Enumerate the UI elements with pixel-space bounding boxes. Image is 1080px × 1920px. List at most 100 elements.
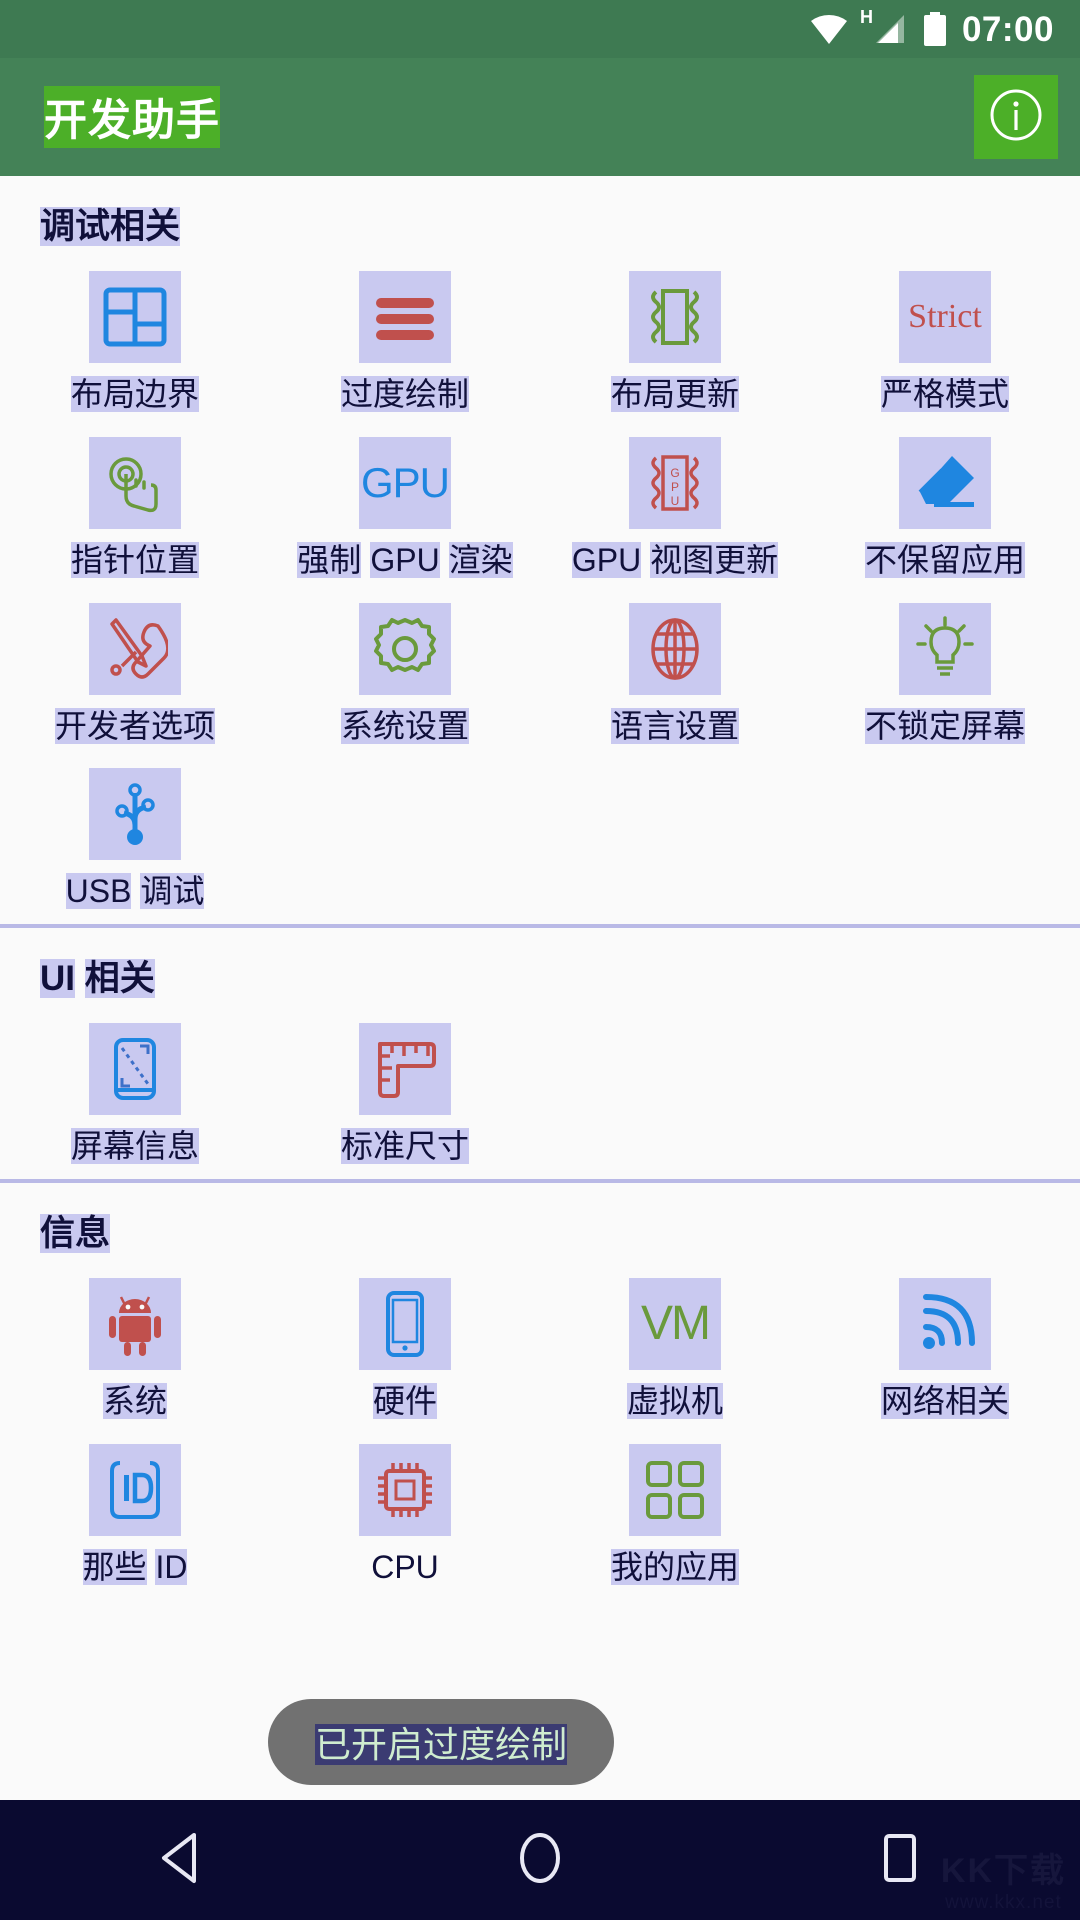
grid-item-virtual-machine[interactable]: VM 虚拟机 (540, 1264, 810, 1430)
usb-debug-icon (89, 768, 181, 861)
grid-item-standard-size[interactable]: 标准尺寸 (270, 1009, 540, 1175)
status-bar: H 07:00 (0, 0, 1080, 58)
grid-item-label: 我的应用 (610, 1548, 740, 1585)
grid-item-hardware[interactable]: 硬件 (270, 1264, 540, 1430)
grid-item-label: 开发者选项 (54, 707, 216, 744)
toast-message: 已开启过度绘制 (314, 1724, 568, 1765)
clock: 07:00 (961, 9, 1054, 49)
overdraw-lines-icon (359, 271, 451, 363)
cellular-signal-icon: H (860, 8, 908, 45)
app-bar: 开发助手 (0, 58, 1080, 176)
grid-item-screen-info[interactable]: 屏幕信息 (0, 1009, 270, 1175)
grid-item-gpu-view-update[interactable]: G P U GPU 视图更新 (540, 423, 810, 589)
grid-item-label: 严格模式 (880, 376, 1010, 412)
info-icon (989, 88, 1043, 147)
grid-item-strict-mode[interactable]: Strict 严格模式 (810, 257, 1080, 423)
dont-keep-activities-icon (899, 436, 991, 529)
grid-item-label: 系统 (102, 1382, 168, 1419)
grid-item-usb-debug[interactable]: USB 调试 (0, 754, 270, 920)
grid-item-label: 布局边界 (70, 376, 200, 412)
strict-mode-icon: Strict (899, 271, 991, 363)
grid-item-label: 网络相关 (880, 1382, 1010, 1419)
svg-text:P: P (671, 480, 679, 494)
layout-bounds-icon (89, 271, 181, 363)
grid-item-network[interactable]: 网络相关 (810, 1264, 1080, 1430)
strict-mode-icon-text: Strict (908, 298, 982, 335)
grid-item-my-apps[interactable]: 我的应用 (540, 1430, 810, 1596)
section-title-info: 信息 (40, 1213, 111, 1253)
developer-options-icon (89, 602, 181, 695)
grid-item-device-id[interactable]: 那些 ID (0, 1430, 270, 1596)
grid-item-label: 屏幕信息 (70, 1128, 200, 1165)
grid-debug: 布局边界 过度绘制 布局更新 Strict 严格模式 指针位置 GPU 强制 G… (0, 249, 1080, 924)
grid-item-label: 标准尺寸 (340, 1128, 470, 1165)
cpu-chip-icon (359, 1443, 451, 1536)
screen-info-icon (89, 1023, 181, 1116)
section-title-debug: 调试相关 (40, 207, 181, 246)
grid-item-force-gpu[interactable]: GPU 强制 GPU 渲染 (270, 423, 540, 589)
grid-item-layout-bounds[interactable]: 布局边界 (0, 257, 270, 423)
grid-ui: 屏幕信息 标准尺寸 (0, 1001, 1080, 1179)
info-button[interactable] (974, 75, 1058, 159)
network-type-label: H (859, 7, 873, 27)
home-button[interactable] (480, 1800, 600, 1920)
grid-item-label: 虚拟机 (626, 1382, 724, 1419)
grid-item-cpu[interactable]: CPU (270, 1430, 540, 1596)
section-title-ui: UI 相关 (40, 959, 155, 999)
system-settings-icon (359, 602, 451, 695)
device-id-icon (89, 1443, 181, 1536)
hardware-phone-icon (359, 1277, 451, 1370)
grid-item-label: 语言设置 (610, 707, 740, 744)
home-circle-icon (517, 1831, 563, 1890)
pointer-location-icon (89, 436, 181, 529)
main-content: 调试相关 布局边界 过度绘制 布局更新 Strict 严格模式 指针位置 GPU… (0, 176, 1080, 1920)
virtual-machine-icon: VM (629, 1277, 721, 1370)
section-info: 信息 系统 硬件 VM 虚拟机 网络相关 那些 ID CPU 我的应用 (0, 1183, 1080, 1600)
force-gpu-icon: GPU (359, 436, 451, 529)
grid-item-pointer-location[interactable]: 指针位置 (0, 423, 270, 589)
grid-item-label: 过度绘制 (340, 376, 470, 412)
back-triangle-icon (156, 1832, 204, 1889)
section-ui: UI 相关 屏幕信息 标准尺寸 (0, 928, 1080, 1179)
grid-item-label: 硬件 (372, 1382, 438, 1419)
force-gpu-icon-text: GPU (360, 458, 450, 506)
grid-item-label: GPU 视图更新 (571, 541, 779, 578)
standard-size-icon (359, 1023, 451, 1116)
section-debug: 调试相关 布局边界 过度绘制 布局更新 Strict 严格模式 指针位置 GPU… (0, 176, 1080, 924)
language-settings-icon (629, 602, 721, 695)
grid-item-stay-awake[interactable]: 不锁定屏幕 (810, 589, 1080, 755)
my-apps-icon (629, 1443, 721, 1536)
grid-item-label: 不保留应用 (864, 541, 1026, 578)
grid-info: 系统 硬件 VM 虚拟机 网络相关 那些 ID CPU 我的应用 (0, 1256, 1080, 1600)
grid-item-label: 强制 GPU 渲染 (297, 541, 513, 578)
back-button[interactable] (120, 1800, 240, 1920)
navigation-bar: KK下载 www.kkx.net (0, 1800, 1080, 1920)
grid-item-label: 不锁定屏幕 (864, 707, 1026, 744)
grid-item-layout-update[interactable]: 布局更新 (540, 257, 810, 423)
layout-update-icon (629, 271, 721, 363)
gpu-view-update-icon: G P U (629, 436, 721, 529)
grid-item-label: 系统设置 (340, 707, 470, 744)
grid-item-label: 指针位置 (70, 541, 200, 578)
grid-item-system[interactable]: 系统 (0, 1264, 270, 1430)
grid-item-dont-keep-activities[interactable]: 不保留应用 (810, 423, 1080, 589)
grid-item-label: CPU (371, 1548, 439, 1585)
page-title: 开发助手 (44, 86, 220, 148)
grid-item-label: 布局更新 (610, 376, 740, 412)
grid-item-system-settings[interactable]: 系统设置 (270, 589, 540, 755)
android-robot-icon (89, 1277, 181, 1370)
recents-square-icon (880, 1832, 920, 1889)
grid-item-language-settings[interactable]: 语言设置 (540, 589, 810, 755)
wifi-icon (810, 14, 848, 44)
recents-button[interactable] (840, 1800, 960, 1920)
grid-item-developer-options[interactable]: 开发者选项 (0, 589, 270, 755)
svg-text:G: G (670, 466, 679, 480)
battery-icon (922, 12, 948, 46)
grid-item-overdraw[interactable]: 过度绘制 (270, 257, 540, 423)
stay-awake-icon (899, 602, 991, 695)
svg-text:U: U (671, 494, 680, 508)
grid-item-label: USB 调试 (65, 873, 205, 910)
network-wifi-icon (899, 1277, 991, 1370)
virtual-machine-icon-text: VM (641, 1297, 711, 1351)
toast-notification: 已开启过度绘制 (268, 1699, 614, 1785)
